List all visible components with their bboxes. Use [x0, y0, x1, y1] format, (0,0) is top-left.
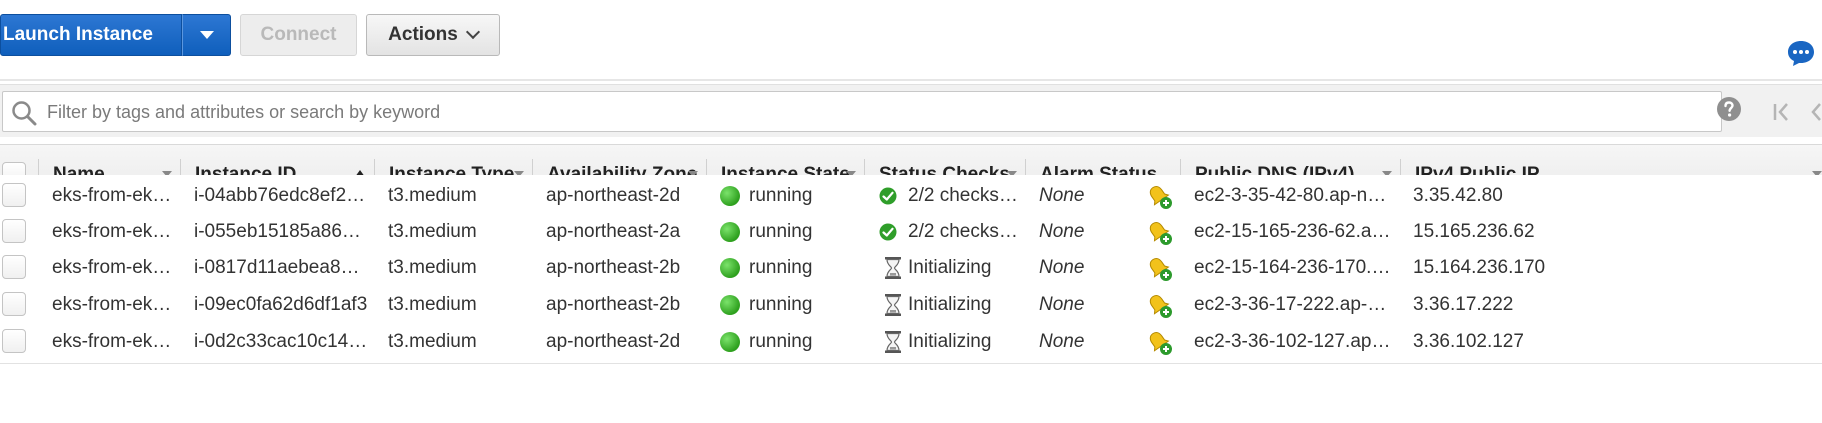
cell-instance-state: running: [749, 331, 813, 352]
connect-label: Connect: [260, 24, 337, 45]
first-page-icon[interactable]: [1770, 100, 1794, 124]
cell-instance-state: running: [749, 257, 813, 278]
actions-button[interactable]: Actions: [366, 14, 500, 56]
launch-instance-label: Launch Instance: [3, 24, 153, 45]
cell-instance-type: t3.medium: [388, 294, 477, 315]
cell-availability-zone: ap-northeast-2b: [546, 294, 681, 315]
add-alarm-bell-icon[interactable]: [1146, 255, 1174, 283]
cell-availability-zone: ap-northeast-2b: [546, 257, 681, 278]
cell-instance-id: i-0817d11aebea89ce3: [194, 257, 369, 278]
cell-public-dns: ec2-3-36-17-222.ap-no…: [1194, 294, 1392, 315]
caret-down-icon: [199, 31, 214, 39]
check-circle-icon: [879, 187, 897, 205]
help-icon[interactable]: [1716, 96, 1742, 122]
filter-bar: Filter by tags and attributes or search …: [0, 84, 1822, 137]
running-status-dot-icon: [720, 186, 740, 206]
running-status-dot-icon: [720, 332, 740, 352]
check-circle-icon: [879, 223, 897, 241]
cell-status-checks: Initializing: [908, 331, 992, 352]
cell-instance-state: running: [749, 294, 813, 315]
row-checkbox[interactable]: [2, 329, 26, 353]
cell-availability-zone: ap-northeast-2d: [546, 331, 681, 352]
cell-name: eks-from-eks…: [52, 294, 174, 315]
cell-ipv4-public-ip: 15.164.236.170: [1413, 257, 1546, 278]
cell-instance-type: t3.medium: [388, 331, 477, 352]
add-alarm-bell-icon[interactable]: [1146, 183, 1174, 211]
cell-alarm-status: None: [1039, 294, 1085, 315]
add-alarm-bell-icon[interactable]: [1146, 329, 1174, 357]
add-alarm-bell-icon[interactable]: [1146, 219, 1174, 247]
row-checkbox[interactable]: [2, 292, 26, 316]
cell-public-dns: ec2-15-164-236-170.ap…: [1194, 257, 1392, 278]
cell-ipv4-public-ip: 3.36.102.127: [1413, 331, 1524, 352]
row-checkbox[interactable]: [2, 255, 26, 279]
chevron-down-icon: [465, 24, 480, 40]
cell-public-dns: ec2-3-36-102-127.ap-n…: [1194, 331, 1392, 352]
cell-instance-id: i-0d2c33cac10c14426: [194, 331, 369, 352]
cell-status-checks: Initializing: [908, 294, 992, 315]
cell-instance-type: t3.medium: [388, 257, 477, 278]
cell-alarm-status: None: [1039, 331, 1085, 352]
cell-instance-id: i-09ec0fa62d6df1af3: [194, 294, 368, 315]
launch-instance-button[interactable]: Launch Instance: [0, 14, 182, 56]
row-checkbox[interactable]: [2, 183, 26, 207]
hourglass-icon: [885, 294, 901, 316]
search-icon: [12, 101, 37, 126]
launch-instance-group: Launch Instance: [0, 14, 231, 56]
row-checkbox[interactable]: [2, 219, 26, 243]
table-row[interactable]: eks-from-eks… i-0d2c33cac10c14426 t3.mediu…: [0, 321, 1822, 364]
launch-instance-dropdown-button[interactable]: [182, 14, 231, 56]
connect-button[interactable]: Connect: [240, 14, 357, 56]
chat-bubble-icon[interactable]: [1786, 38, 1816, 68]
running-status-dot-icon: [720, 258, 740, 278]
previous-page-icon[interactable]: [1806, 100, 1822, 124]
running-status-dot-icon: [720, 295, 740, 315]
cell-name: eks-from-eks…: [52, 331, 174, 352]
add-alarm-bell-icon[interactable]: [1146, 292, 1174, 320]
cell-status-checks: Initializing: [908, 257, 992, 278]
hourglass-icon: [885, 331, 901, 353]
cell-name: eks-from-eks…: [52, 257, 174, 278]
hourglass-icon: [885, 257, 901, 279]
cell-ipv4-public-ip: 3.36.17.222: [1413, 294, 1514, 315]
actions-label: Actions: [388, 24, 458, 45]
running-status-dot-icon: [720, 222, 740, 242]
filter-search-input[interactable]: Filter by tags and attributes or search …: [2, 91, 1722, 132]
filter-search-placeholder: Filter by tags and attributes or search …: [47, 102, 441, 122]
cell-alarm-status: None: [1039, 257, 1085, 278]
toolbar: Launch Instance Connect Actions: [0, 14, 1822, 56]
toolbar-divider: [0, 79, 1822, 81]
